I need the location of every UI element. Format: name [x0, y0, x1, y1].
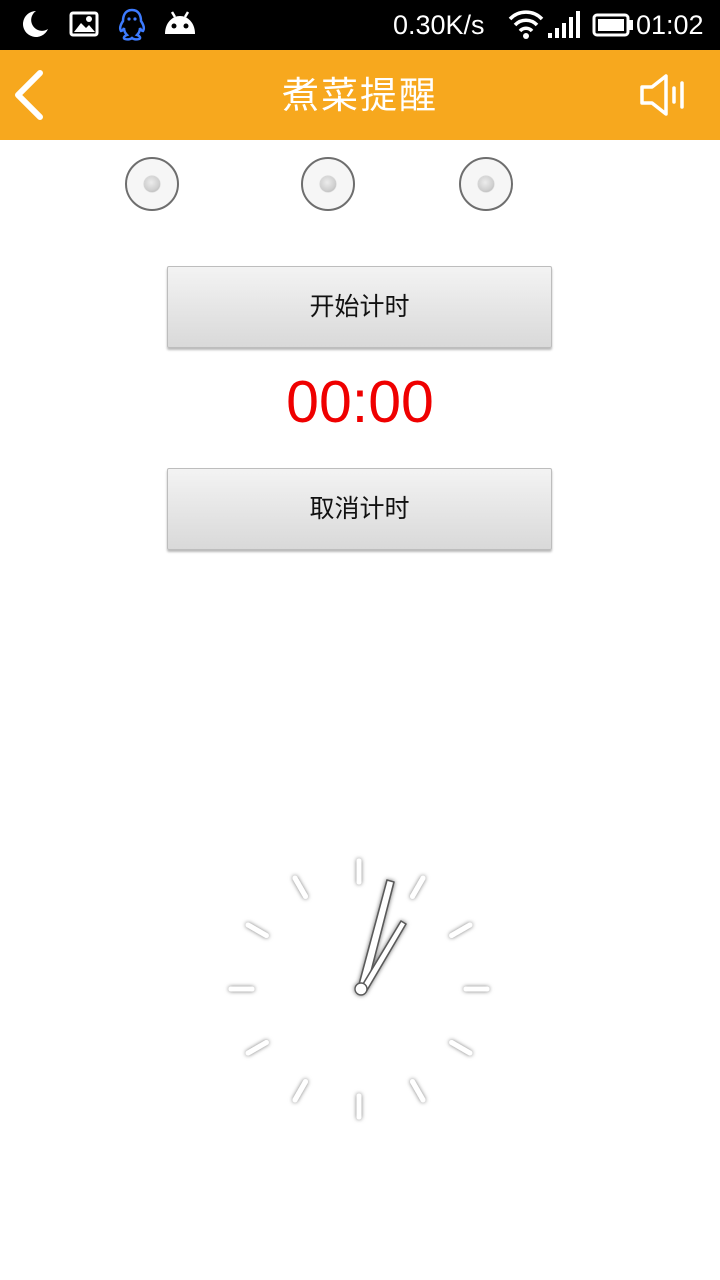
status-bar: 0.30K/s 01:02 [0, 0, 720, 50]
network-speed: 0.30K/s [393, 10, 485, 40]
qq-icon [116, 8, 148, 48]
cancel-timer-button[interactable]: 取消计时 [167, 468, 552, 550]
radio-dot [478, 176, 494, 192]
dial-tick [449, 1040, 473, 1056]
dial-tick [410, 875, 426, 899]
radio-dot [144, 176, 160, 192]
status-time: 01:02 [636, 10, 704, 40]
dial-tick [410, 1079, 426, 1103]
image-icon [69, 8, 99, 44]
dial-tick [292, 1079, 308, 1103]
dial-tick [292, 875, 308, 899]
timer-display: 00:00 [286, 369, 434, 435]
start-timer-button[interactable]: 开始计时 [167, 266, 552, 348]
dial-tick [245, 1040, 269, 1056]
sound-button[interactable] [636, 72, 692, 118]
radio-dot [320, 176, 336, 192]
moon-icon [22, 8, 50, 44]
page-title: 煮菜提醒 [282, 74, 438, 117]
signal-icon [547, 8, 583, 44]
dial-tick [449, 922, 473, 938]
radio-option-3[interactable] [459, 157, 513, 211]
battery-icon [592, 8, 634, 44]
radio-option-2[interactable] [301, 157, 355, 211]
android-icon [162, 8, 198, 46]
wifi-icon [508, 8, 544, 44]
timer-dial[interactable] [208, 838, 512, 1142]
dial-tick [245, 922, 269, 938]
app-bar: 煮菜提醒 [0, 50, 720, 140]
speaker-icon [640, 74, 684, 116]
radio-option-1[interactable] [125, 157, 179, 211]
clock-dial-icon [228, 858, 490, 1120]
